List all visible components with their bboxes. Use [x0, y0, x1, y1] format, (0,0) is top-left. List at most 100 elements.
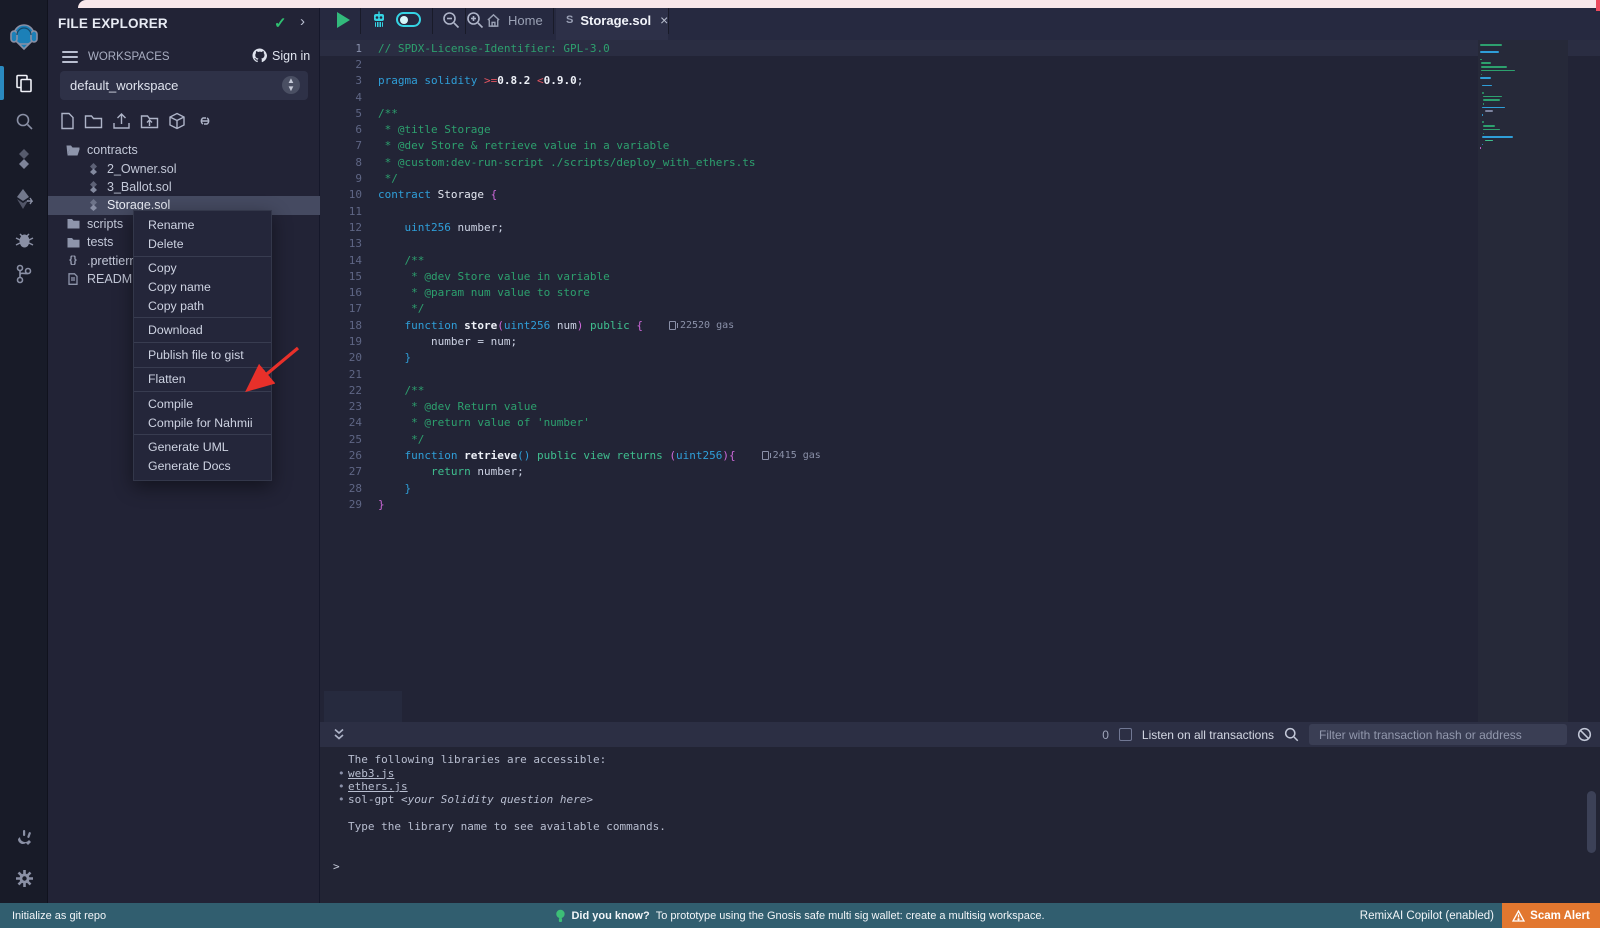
minimap-line [1480, 44, 1502, 46]
terminal-output[interactable]: The following libraries are accessible:•… [320, 747, 1600, 903]
home-icon [486, 13, 501, 28]
code-line-16: 16 * @param num value to store [320, 284, 1600, 300]
zoom-out-icon[interactable] [442, 11, 460, 29]
menu-item-compile-for-nahmii[interactable]: Compile for Nahmii [134, 413, 271, 432]
ai-robot-icon[interactable] [370, 11, 388, 29]
copilot-toggle[interactable] [396, 12, 421, 27]
file-explorer-icon[interactable] [0, 65, 48, 101]
menu-separator [134, 434, 271, 435]
line-number: 27 [320, 465, 378, 478]
browser-chrome-accent [1596, 0, 1600, 11]
tree-item-3-ballot-sol[interactable]: 3_Ballot.sol [48, 178, 320, 196]
new-file-icon[interactable] [60, 112, 75, 130]
minimap-line [1481, 62, 1491, 64]
menu-item-rename[interactable]: Rename [134, 216, 271, 235]
code-editor[interactable]: 1// SPDX-License-Identifier: GPL-3.023pr… [320, 40, 1600, 722]
tip-text: To prototype using the Gnosis safe multi… [656, 910, 1045, 922]
menu-item-download[interactable]: Download [134, 321, 271, 340]
gas-estimate-badge: 2415 gas [762, 450, 821, 461]
block-icon[interactable] [1577, 727, 1592, 742]
plugin-manager-icon[interactable] [0, 820, 48, 856]
settings-gear-icon[interactable] [0, 860, 48, 896]
solidity-compiler-icon[interactable] [0, 141, 48, 177]
copilot-status[interactable]: RemixAI Copilot (enabled) [1360, 910, 1494, 922]
check-icon: ✓ [274, 14, 287, 32]
line-number: 9 [320, 172, 378, 185]
minimap-line [1485, 140, 1494, 142]
minimap[interactable] [1480, 44, 1560, 151]
code-line-24: 24 * @return value of 'number' [320, 415, 1600, 431]
library-link-ethers-js[interactable]: ethers.js [348, 780, 408, 793]
minimap-line [1482, 144, 1483, 146]
expand-chevrons-icon[interactable] [333, 728, 345, 741]
menu-item-copy-path[interactable]: Copy path [134, 296, 271, 315]
upload-folder-icon[interactable] [140, 113, 159, 129]
scam-alert-button[interactable]: Scam Alert [1502, 903, 1600, 928]
minimap-line [1483, 99, 1500, 101]
filter-input[interactable] [1309, 724, 1567, 745]
tree-item-label: contracts [87, 143, 138, 157]
menu-item-publish-file-to-gist[interactable]: Publish file to gist [134, 346, 271, 365]
minimap-line [1483, 133, 1484, 135]
code-line-1: 1// SPDX-License-Identifier: GPL-3.0 [320, 40, 1600, 56]
tree-item-label: 3_Ballot.sol [107, 180, 172, 194]
search-icon[interactable] [1284, 727, 1299, 742]
workspace-name: default_workspace [70, 78, 178, 93]
chevron-right-icon[interactable]: › [300, 13, 305, 30]
tree-item-contracts[interactable]: contracts [48, 141, 320, 159]
menu-item-compile[interactable]: Compile [134, 395, 271, 414]
menu-item-generate-uml[interactable]: Generate UML [134, 438, 271, 457]
code-line-11: 11 [320, 203, 1600, 219]
remix-logo[interactable] [0, 18, 48, 54]
code-line-15: 15 * @dev Store value in variable [320, 268, 1600, 284]
sign-in-button[interactable]: Sign in [252, 48, 310, 63]
code-line-7: 7 * @dev Store & retrieve value in a var… [320, 138, 1600, 154]
file-actions-toolbar [60, 112, 215, 130]
menu-item-copy[interactable]: Copy [134, 259, 271, 278]
gas-pump-icon [669, 321, 676, 330]
main-area: Home S Storage.sol × 1// SPDX-License-Id… [320, 0, 1600, 928]
debugger-icon[interactable] [0, 221, 48, 257]
workspace-select[interactable]: default_workspace ▲▼ [60, 71, 308, 100]
tree-item-2-owner-sol[interactable]: 2_Owner.sol [48, 159, 320, 177]
menu-item-flatten[interactable]: Flatten [134, 370, 271, 389]
line-number: 16 [320, 286, 378, 299]
code-line-20: 20 } [320, 350, 1600, 366]
gas-estimate-badge: 22520 gas [669, 320, 734, 331]
code-line-9: 9 */ [320, 170, 1600, 186]
workspaces-menu-icon[interactable] [62, 51, 78, 63]
search-icon[interactable] [0, 103, 48, 139]
folder-icon [66, 218, 80, 229]
upload-file-icon[interactable] [112, 112, 131, 130]
play-icon[interactable] [334, 11, 352, 29]
git-icon[interactable] [0, 256, 48, 292]
deploy-run-icon[interactable] [0, 181, 48, 217]
line-number: 26 [320, 449, 378, 462]
code-line-28: 28 } [320, 480, 1600, 496]
terminal-prompt[interactable]: > [333, 860, 340, 873]
menu-item-generate-docs[interactable]: Generate Docs [134, 457, 271, 476]
status-bar: Initialize as git repo Did you know? To … [0, 903, 1600, 928]
ipfs-cube-icon[interactable] [168, 112, 186, 130]
lightbulb-icon [555, 909, 565, 923]
line-number: 22 [320, 384, 378, 397]
terminal-line: •sol-gpt <your Solidity question here> [320, 793, 1600, 806]
terminal-scrollbar[interactable] [1587, 791, 1596, 853]
link-icon[interactable] [195, 113, 215, 129]
minimap-line [1481, 66, 1508, 68]
git-init-button[interactable]: Initialize as git repo [12, 910, 106, 922]
menu-item-copy-name[interactable]: Copy name [134, 278, 271, 297]
line-number: 6 [320, 123, 378, 136]
minimap-line [1481, 74, 1482, 76]
listen-checkbox[interactable] [1119, 728, 1132, 741]
tab-home-label: Home [508, 13, 543, 28]
line-number: 7 [320, 139, 378, 152]
tree-item-label: scripts [87, 217, 123, 231]
minimap-line [1485, 110, 1493, 112]
minimap-line [1483, 125, 1495, 127]
new-folder-icon[interactable] [84, 113, 103, 129]
code-line-5: 5/** [320, 105, 1600, 121]
menu-item-delete[interactable]: Delete [134, 235, 271, 254]
library-link-web3-js[interactable]: web3.js [348, 767, 394, 780]
workspaces-label: WORKSPACES [88, 51, 170, 63]
